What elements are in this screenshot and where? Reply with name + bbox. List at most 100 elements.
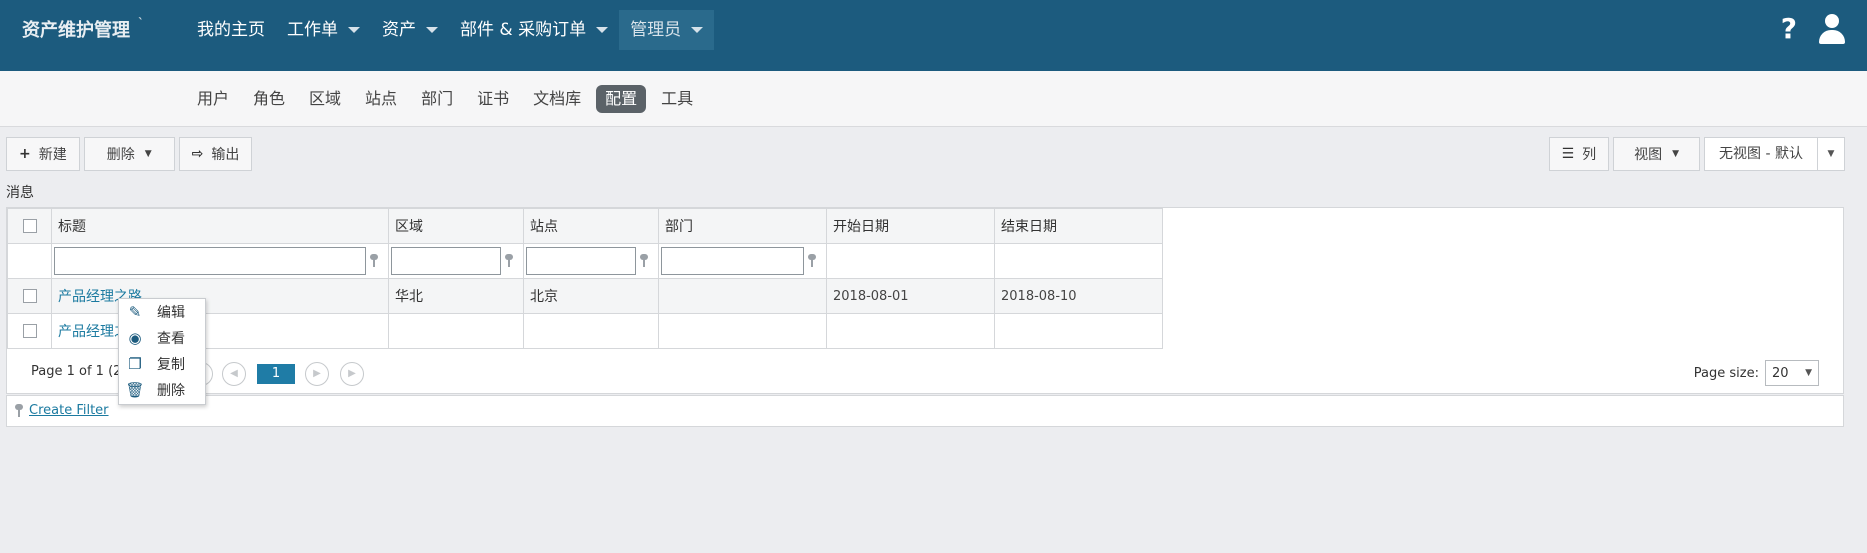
header-row: 标题 区域 站点 部门 开始日期 结束日期	[7, 208, 1163, 244]
next-page-icon[interactable]: ▶	[305, 362, 329, 386]
row-checkbox[interactable]	[22, 324, 37, 338]
export-button[interactable]: ⇨ 输出	[178, 137, 253, 171]
subnav-documents[interactable]: 文档库	[524, 85, 590, 113]
caret-down-icon	[596, 27, 609, 33]
admin-subnav: 用户 角色 区域 站点 部门 证书 文档库 配置 工具	[188, 85, 702, 113]
filter-cell	[994, 243, 1163, 279]
select-all-checkbox[interactable]	[22, 219, 37, 233]
region-filter-input[interactable]	[391, 247, 501, 275]
subnav-certificates[interactable]: 证书	[468, 85, 518, 113]
subnav-roles[interactable]: 角色	[244, 85, 294, 113]
nav-item-home[interactable]: 我的主页	[186, 10, 276, 50]
row-checkbox[interactable]	[22, 289, 37, 303]
caret-down-icon	[691, 27, 704, 33]
filter-row	[7, 243, 1163, 279]
site-filter-input[interactable]	[526, 247, 636, 275]
top-icons: ?	[1781, 12, 1845, 46]
title-filter-input[interactable]	[54, 247, 366, 275]
view-select[interactable]: 无视图 - 默认 ▼	[1704, 137, 1845, 171]
filter-icon[interactable]	[370, 254, 378, 268]
subnav-departments[interactable]: 部门	[412, 85, 462, 113]
col-header-end[interactable]: 结束日期	[994, 208, 1163, 244]
messages-grid: 标题 区域 站点 部门 开始日期 结束日期 产品经理之路 华北 北京 2018-…	[6, 207, 1844, 394]
filter-icon[interactable]	[505, 254, 513, 268]
columns-button[interactable]: ☰ 列	[1548, 137, 1610, 171]
filter-cell	[388, 243, 524, 279]
pager: Page 1 of 1 (2 ◀ ◀ 1 ▶ ▶ Page size:20▼	[7, 350, 1843, 394]
dept-cell	[658, 313, 827, 349]
chevron-down-icon[interactable]: ▼	[1818, 149, 1844, 159]
section-title: 消息	[6, 185, 34, 201]
nav-item-assets[interactable]: 资产	[371, 10, 449, 50]
user-icon-head	[1825, 14, 1839, 28]
app-title[interactable]: 资产维护管理 `	[22, 16, 144, 42]
nav-item-parts-po[interactable]: 部件 & 采购订单	[449, 10, 619, 50]
subnav-users[interactable]: 用户	[188, 85, 238, 113]
current-page-button[interactable]: 1	[257, 364, 295, 384]
app-title-text: 资产维护管理	[22, 20, 130, 41]
subnav-regions[interactable]: 区域	[300, 85, 350, 113]
context-menu-label: 删除	[157, 383, 185, 399]
context-menu-label: 查看	[157, 331, 185, 347]
nav-label: 部件 & 采购订单	[460, 20, 587, 40]
new-button-label: 新建	[38, 147, 67, 163]
filter-bar: Create Filter	[6, 395, 1844, 427]
subnav-config[interactable]: 配置	[596, 85, 647, 113]
prev-page-icon[interactable]: ◀	[222, 362, 246, 386]
user-icon-body	[1819, 30, 1845, 44]
export-button-label: 输出	[211, 147, 240, 163]
col-header-start[interactable]: 开始日期	[826, 208, 995, 244]
main-nav: 我的主页 工作单 资产 部件 & 采购订单 管理员	[186, 10, 715, 50]
col-header-region[interactable]: 区域	[388, 208, 524, 244]
edit-icon: ✎	[128, 303, 142, 321]
nav-label: 资产	[382, 20, 416, 40]
region-cell: 华北	[388, 278, 524, 314]
help-icon[interactable]: ?	[1781, 12, 1797, 46]
site-cell: 北京	[523, 278, 659, 314]
subnav-tools[interactable]: 工具	[652, 85, 702, 113]
page-size-label: Page size:	[1693, 365, 1759, 381]
top-navbar: 资产维护管理 ` 我的主页 工作单 资产 部件 & 采购订单 管理员 ?	[0, 0, 1867, 71]
col-header-title[interactable]: 标题	[51, 208, 389, 244]
page-size-select[interactable]: 20 ▼	[1765, 360, 1819, 386]
col-header-site[interactable]: 站点	[523, 208, 659, 244]
filter-icon[interactable]	[640, 254, 648, 268]
sub-navbar: 用户 角色 区域 站点 部门 证书 文档库 配置 工具	[0, 71, 1867, 127]
site-cell	[523, 313, 659, 349]
context-menu-label: 复制	[157, 357, 185, 373]
toolbar-right: ☰ 列 视图 ▼ 无视图 - 默认 ▼	[1548, 137, 1845, 171]
context-menu-edit[interactable]: ✎ 编辑	[119, 299, 205, 325]
filter-icon[interactable]	[808, 254, 816, 268]
app-title-mark: `	[138, 16, 144, 30]
context-menu-view[interactable]: ◉ 查看	[119, 325, 205, 351]
caret-down-icon: ▼	[1672, 149, 1680, 159]
toolbar: + 新建 删除 ▼ ⇨ 输出	[6, 137, 253, 171]
delete-button[interactable]: 删除 ▼	[83, 137, 175, 171]
nav-item-admin[interactable]: 管理员	[619, 10, 715, 50]
nav-item-workorders[interactable]: 工作单	[276, 10, 371, 50]
delete-button-label: 删除	[106, 147, 135, 163]
caret-down-icon: ▼	[144, 149, 152, 159]
last-page-icon[interactable]: ▶	[340, 362, 364, 386]
context-menu: ✎ 编辑 ◉ 查看 ❐ 复制 🗑 删除	[118, 298, 206, 405]
nav-label: 我的主页	[197, 20, 265, 40]
user-icon[interactable]	[1819, 14, 1845, 44]
plus-icon: +	[19, 146, 31, 162]
dept-filter-input[interactable]	[661, 247, 804, 275]
subnav-sites[interactable]: 站点	[356, 85, 406, 113]
filter-cell	[658, 243, 827, 279]
page-size: Page size: 20 ▼	[1694, 360, 1819, 386]
caret-down-icon	[348, 27, 360, 33]
start-date-cell	[826, 313, 995, 349]
view-select-value: 无视图 - 默认	[1705, 138, 1818, 170]
col-header-dept[interactable]: 部门	[658, 208, 827, 244]
create-filter-link[interactable]: Create Filter	[29, 403, 109, 418]
end-date-cell: 2018-08-10	[994, 278, 1163, 314]
row-select-cell	[7, 278, 52, 314]
view-button[interactable]: 视图 ▼	[1613, 137, 1701, 171]
context-menu-delete[interactable]: 🗑 删除	[119, 377, 205, 403]
filter-cell	[523, 243, 659, 279]
context-menu-copy[interactable]: ❐ 复制	[119, 351, 205, 377]
chevron-down-icon: ▼	[1805, 368, 1812, 378]
new-button[interactable]: + 新建	[6, 137, 80, 171]
